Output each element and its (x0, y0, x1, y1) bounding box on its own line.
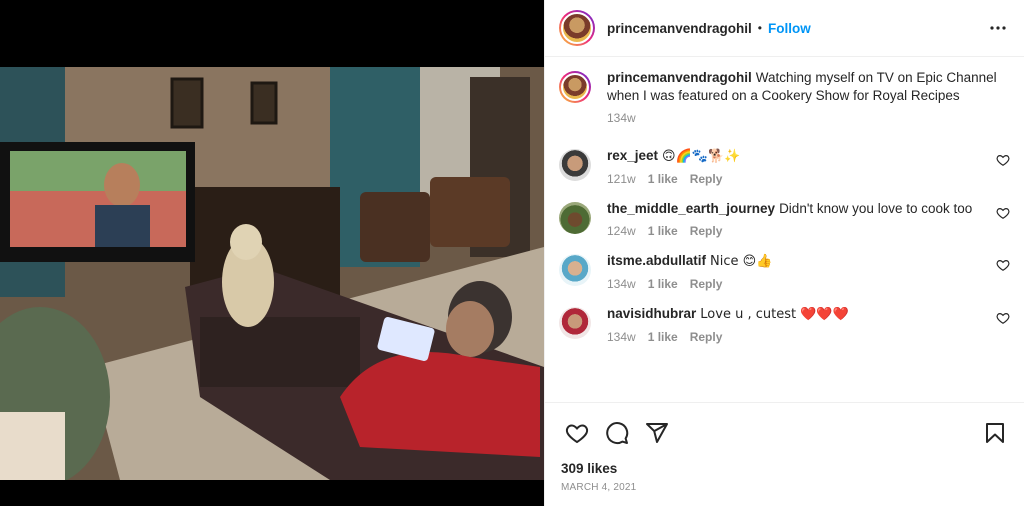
comment-time[interactable]: 121w (607, 172, 636, 186)
follow-button[interactable]: Follow (768, 21, 811, 36)
post-header: princemanvendragohil • Follow (545, 0, 1024, 57)
heart-icon[interactable] (996, 258, 1010, 272)
author-avatar[interactable] (559, 10, 595, 46)
caption-row: princemanvendragohil Watching myself on T… (559, 69, 1010, 125)
comment-avatar[interactable] (559, 307, 591, 339)
bookmark-icon[interactable] (975, 413, 1015, 453)
comment-icon[interactable] (597, 413, 637, 453)
heart-icon[interactable] (557, 413, 597, 453)
comment-row: the_middle_earth_journey Didn't know you … (559, 200, 1010, 238)
comment-likes[interactable]: 1 like (648, 172, 678, 186)
comment-likes[interactable]: 1 like (648, 330, 678, 344)
comment-avatar[interactable] (559, 149, 591, 181)
post-actions: 309 likes March 4, 2021 (545, 402, 1024, 493)
comment-username[interactable]: rex_jeet (607, 148, 658, 163)
post-panel: princemanvendragohil • Follow princemanv… (544, 0, 1024, 506)
more-icon[interactable] (986, 16, 1010, 40)
post-photo[interactable] (0, 67, 544, 480)
caption-username[interactable]: princemanvendragohil (607, 70, 752, 85)
comment-text: 🙃🌈🐾🐕✨ (662, 149, 741, 164)
caption-text: princemanvendragohil Watching myself on T… (607, 69, 1010, 105)
comment-username[interactable]: the_middle_earth_journey (607, 201, 775, 216)
comment-time[interactable]: 124w (607, 224, 636, 238)
instagram-post-view: princemanvendragohil • Follow princemanv… (0, 0, 1024, 506)
heart-icon[interactable] (996, 153, 1010, 167)
comment-row: rex_jeet 🙃🌈🐾🐕✨ 121w 1 like Reply (559, 147, 1010, 186)
comment-avatar[interactable] (559, 202, 591, 234)
photo-pane (0, 0, 544, 506)
caption-avatar[interactable] (559, 71, 591, 103)
likes-count[interactable]: 309 likes (561, 461, 1015, 476)
reply-button[interactable]: Reply (690, 330, 723, 344)
comment-time[interactable]: 134w (607, 277, 636, 291)
heart-icon[interactable] (996, 206, 1010, 220)
heart-icon[interactable] (996, 311, 1010, 325)
comment-likes[interactable]: 1 like (648, 224, 678, 238)
share-icon[interactable] (637, 413, 677, 453)
caption-meta: 134w (607, 111, 1010, 125)
comment-time[interactable]: 134w (607, 330, 636, 344)
comment-username[interactable]: navisidhubrar (607, 306, 696, 321)
comment-text: Nice 😊👍 (710, 254, 773, 269)
reply-button[interactable]: Reply (690, 224, 723, 238)
caption-time[interactable]: 134w (607, 111, 636, 125)
header-separator: • (757, 21, 762, 35)
comment-row: itsme.abdullatif Nice 😊👍 134w 1 like Repl… (559, 252, 1010, 291)
comments-list: princemanvendragohil Watching myself on T… (545, 57, 1024, 400)
author-username[interactable]: princemanvendragohil (607, 21, 752, 36)
post-date[interactable]: March 4, 2021 (561, 482, 1015, 493)
comment-likes[interactable]: 1 like (648, 277, 678, 291)
comment-avatar[interactable] (559, 254, 591, 286)
comment-row: navisidhubrar Love u , cutest ❤️❤️❤️ 134w… (559, 305, 1010, 344)
action-icons (557, 413, 1015, 453)
reply-button[interactable]: Reply (690, 277, 723, 291)
comment-text: Love u , cutest ❤️❤️❤️ (700, 307, 849, 322)
reply-button[interactable]: Reply (690, 172, 723, 186)
comment-text: Didn't know you love to cook too (779, 201, 973, 216)
comment-username[interactable]: itsme.abdullatif (607, 253, 706, 268)
